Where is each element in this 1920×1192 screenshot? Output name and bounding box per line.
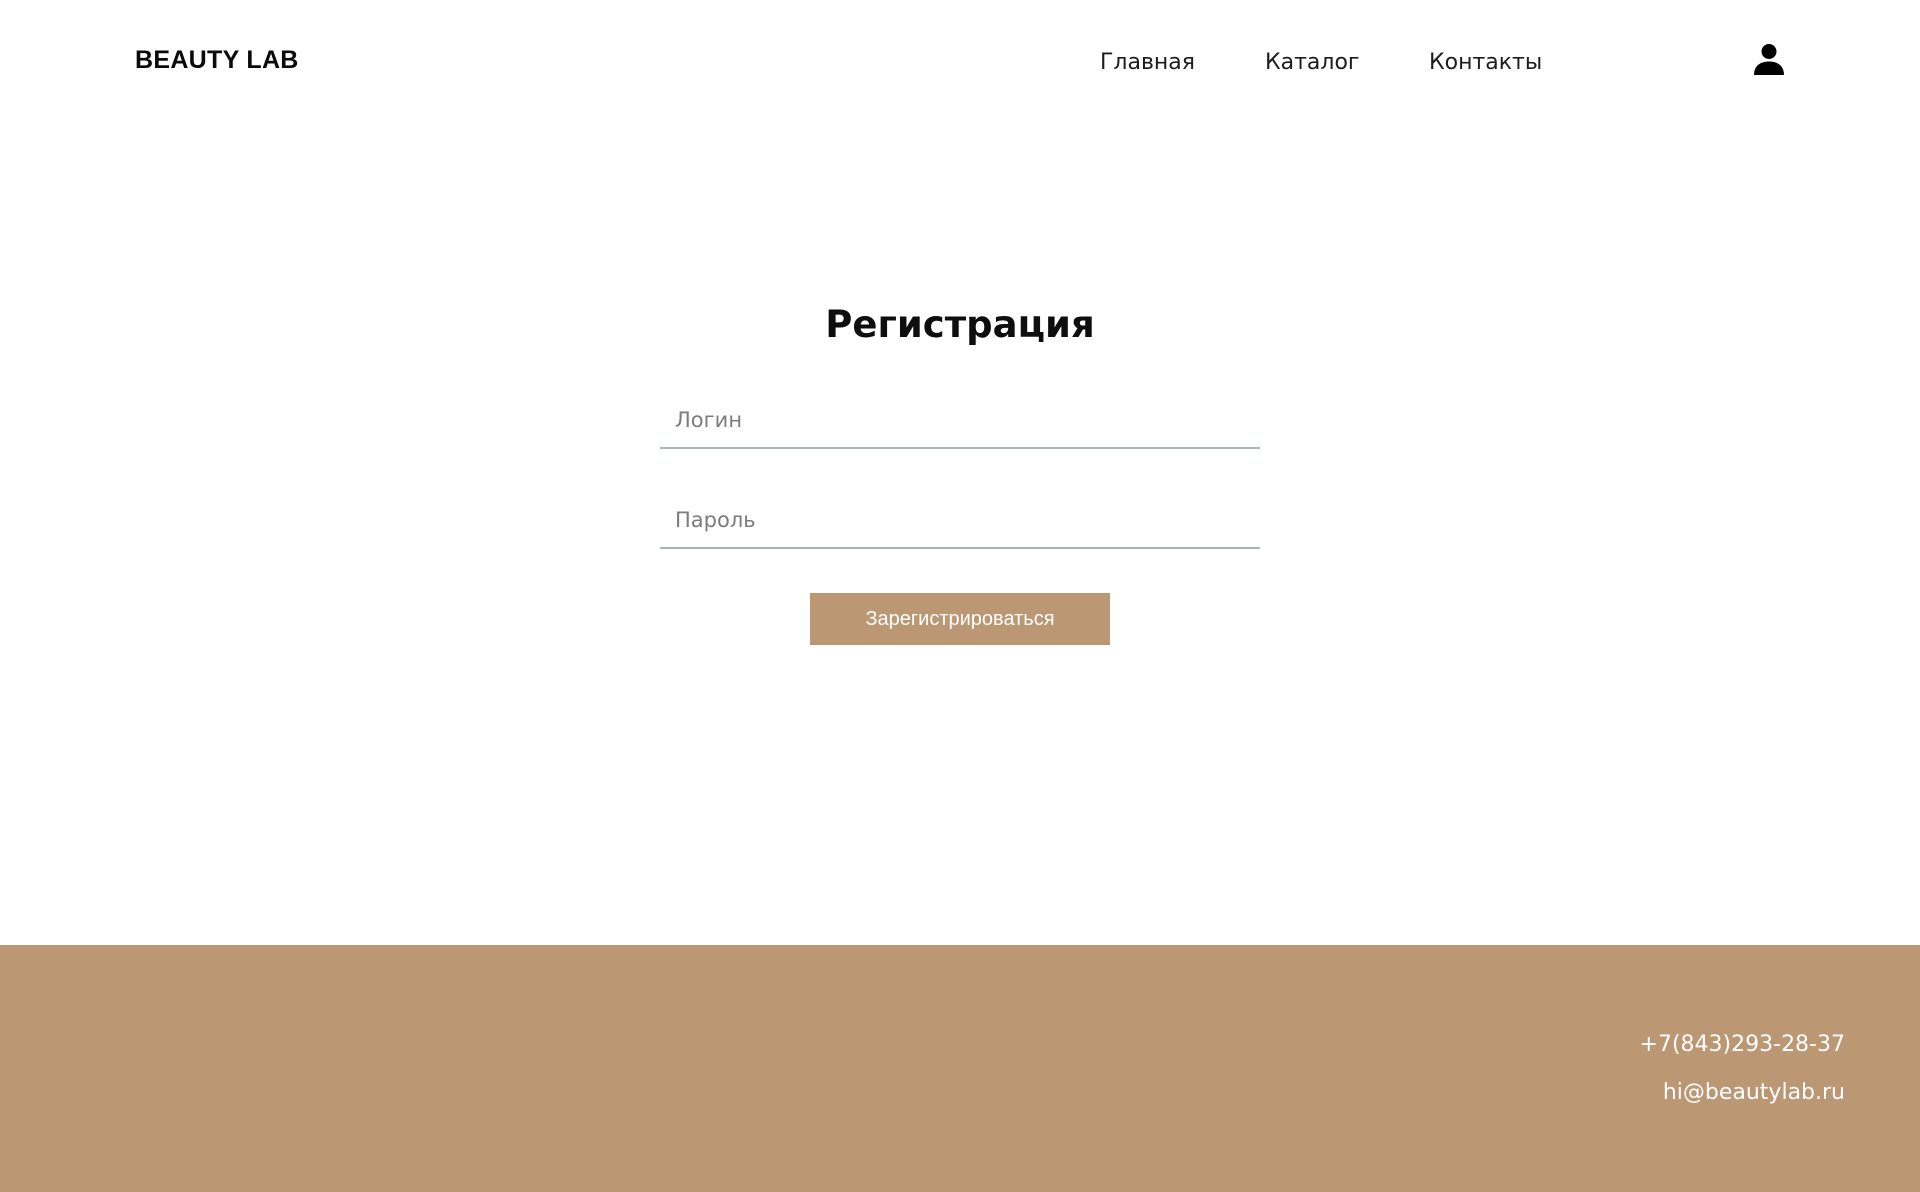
site-header: BEAUTY LAB Главная Каталог Контакты bbox=[0, 0, 1920, 120]
register-button[interactable]: Зарегистрироваться bbox=[810, 593, 1110, 645]
footer-phone-link[interactable]: +7(843)293-28-37 bbox=[1640, 1029, 1845, 1061]
password-input[interactable] bbox=[660, 493, 1260, 549]
logo[interactable]: BEAUTY LAB bbox=[135, 45, 299, 75]
footer-email-link[interactable]: hi@beautylab.ru bbox=[1663, 1077, 1845, 1109]
user-icon bbox=[1754, 44, 1784, 75]
login-input[interactable] bbox=[660, 393, 1260, 449]
nav-link-catalog[interactable]: Каталог bbox=[1265, 47, 1359, 79]
site-footer: +7(843)293-28-37 hi@beautylab.ru bbox=[0, 945, 1920, 1192]
profile-button[interactable] bbox=[1752, 42, 1786, 76]
nav-link-home[interactable]: Главная bbox=[1100, 47, 1195, 79]
page-title: Регистрация bbox=[825, 303, 1095, 346]
nav-link-contacts[interactable]: Контакты bbox=[1429, 47, 1542, 79]
